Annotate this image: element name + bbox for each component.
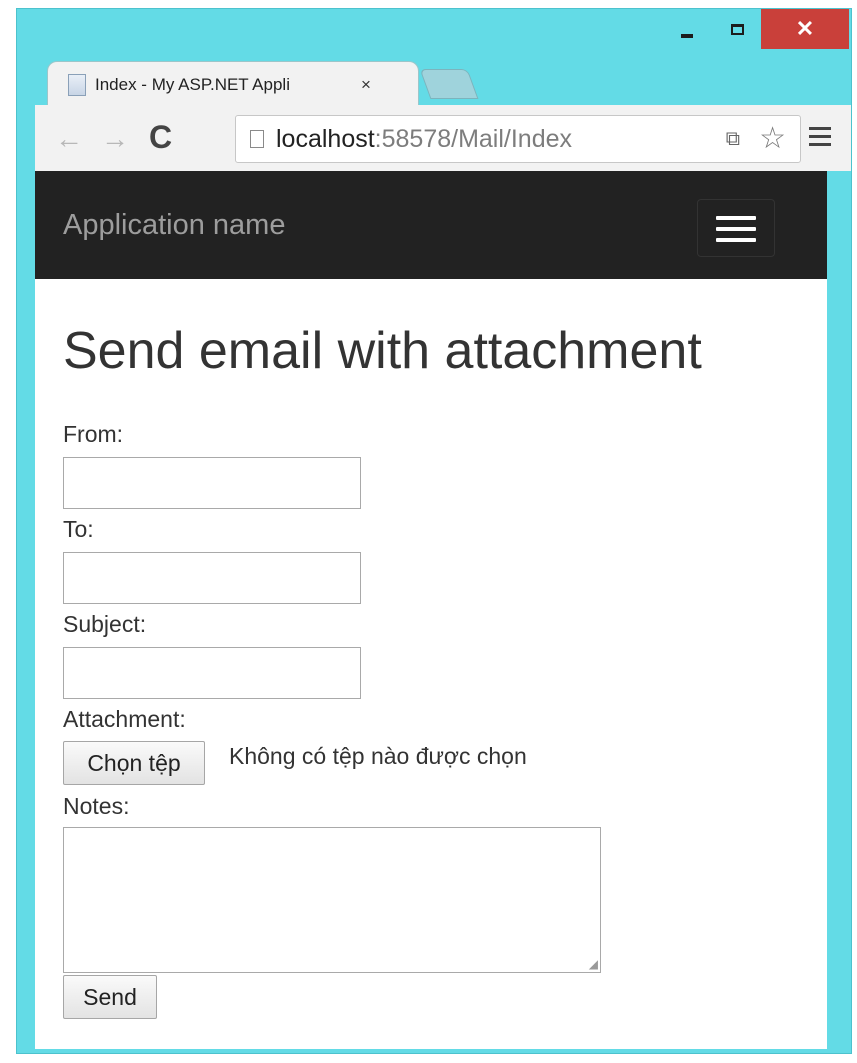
- close-window-button[interactable]: ✕: [761, 9, 849, 49]
- bookmark-star-icon[interactable]: ☆: [759, 121, 786, 156]
- subject-input[interactable]: [63, 647, 361, 699]
- navbar-brand[interactable]: Application name: [63, 209, 285, 242]
- send-button[interactable]: Send: [63, 975, 157, 1019]
- tab-title: Index - My ASP.NET Appli: [95, 74, 290, 94]
- minimize-button[interactable]: [665, 9, 709, 49]
- address-bar[interactable]: localhost:58578/Mail/Index ⧉ ☆: [235, 115, 801, 163]
- back-arrow-icon[interactable]: ←: [55, 123, 83, 155]
- subject-label: Subject:: [63, 611, 147, 637]
- to-input[interactable]: [63, 552, 361, 604]
- url-host: localhost: [276, 124, 375, 153]
- url-path: :58578/Mail/Index: [374, 124, 573, 153]
- page-favicon-icon: [68, 73, 86, 96]
- notes-textarea[interactable]: ◢: [63, 827, 601, 973]
- reload-icon[interactable]: C: [149, 119, 172, 156]
- forward-arrow-icon[interactable]: →: [101, 123, 129, 155]
- attachment-label: Attachment:: [63, 706, 186, 732]
- page-icon: [250, 130, 264, 148]
- to-label: To:: [63, 516, 94, 542]
- maximize-icon: [730, 23, 744, 35]
- tab-close-icon[interactable]: ×: [361, 75, 371, 95]
- page-title: Send email with attachment: [63, 322, 702, 380]
- navbar: Application name: [35, 171, 827, 279]
- page-content: Application name Send email with attachm…: [35, 171, 827, 1049]
- resize-grip-icon[interactable]: ◢: [589, 957, 598, 971]
- from-label: From:: [63, 421, 124, 447]
- tab-index[interactable]: Index - My ASP.NET Appli ×: [47, 61, 419, 107]
- navbar-toggle-button[interactable]: [697, 199, 775, 257]
- notes-label: Notes:: [63, 793, 130, 819]
- chrome-menu-icon[interactable]: [809, 127, 831, 151]
- minimize-icon: [681, 34, 693, 38]
- browser-toolbar: ← → C localhost:58578/Mail/Index ⧉ ☆: [35, 105, 851, 171]
- new-tab-button[interactable]: [419, 69, 479, 99]
- no-file-chosen-text: Không có tệp nào được chọn: [229, 743, 527, 769]
- browser-window: ✕ Index - My ASP.NET Appli × ← → C local…: [16, 8, 852, 1054]
- maximize-button[interactable]: [715, 9, 759, 49]
- from-input[interactable]: [63, 457, 361, 509]
- translate-icon[interactable]: ⧉: [726, 128, 740, 151]
- choose-file-button[interactable]: Chọn tệp: [63, 741, 205, 785]
